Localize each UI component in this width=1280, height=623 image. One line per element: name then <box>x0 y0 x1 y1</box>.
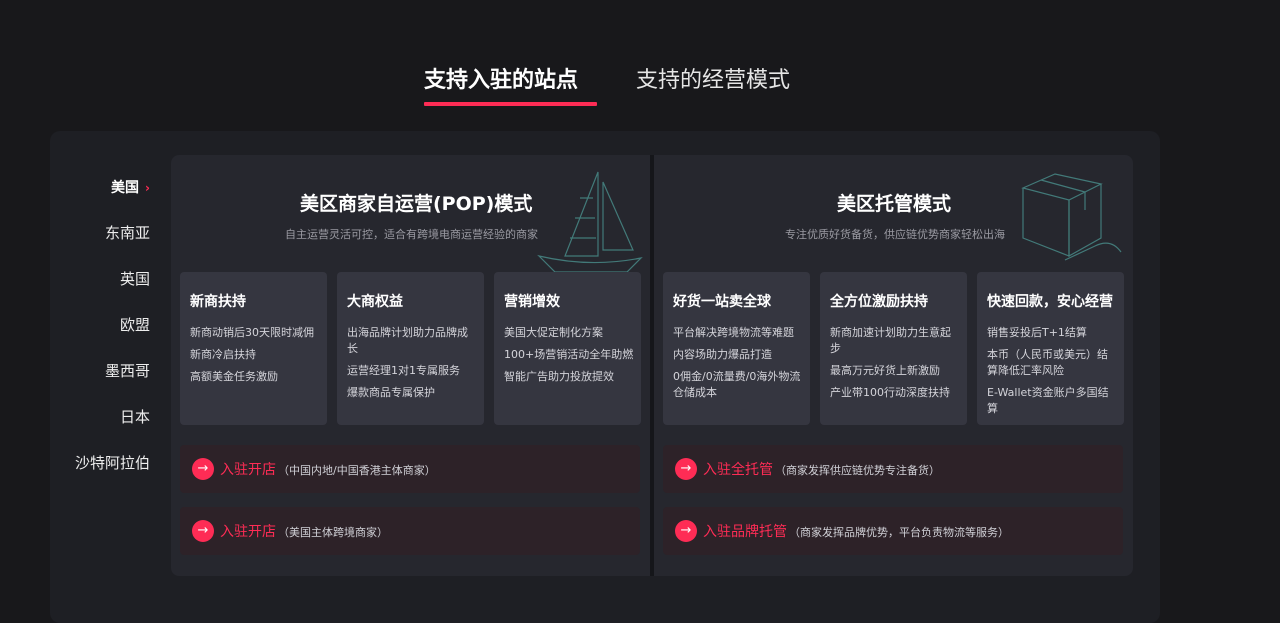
chevron-right-icon: › <box>145 181 150 195</box>
feature-line: 产业带100行动深度扶持 <box>830 386 950 399</box>
cta-note: （商家发挥品牌优势，平台负责物流等服务） <box>789 526 1009 539</box>
sidebar-item-label: 美国 <box>111 180 140 196</box>
cta-note: （中国内地/中国香港主体商家） <box>278 464 436 477</box>
feature-card-global-selling: 好货一站卖全球 平台解决跨境物流等难题 内容场助力爆品打造 0佣金/0流量费/0… <box>663 272 810 425</box>
feature-title: 营销增效 <box>504 294 560 310</box>
sailboat-icon <box>537 171 643 273</box>
feature-line: 新商加速计划助力生意起步 <box>830 326 951 355</box>
feature-title: 大商权益 <box>347 294 403 310</box>
cta-label: 入驻开店 <box>220 462 276 478</box>
feature-line: 平台解决跨境物流等难题 <box>673 326 794 339</box>
feature-card-marketing: 营销增效 美国大促定制化方案 100+场营销活动全年助燃 智能广告助力投放提效 <box>494 272 641 425</box>
feature-line: 0佣金/0流量费/0海外物流仓储成本 <box>673 370 801 399</box>
sidebar-item-eu[interactable]: 欧盟 <box>120 314 150 335</box>
feature-line: 本币（人民币或美元）结算降低汇率风险 <box>987 348 1108 377</box>
feature-line: 内容场助力爆品打造 <box>673 348 772 361</box>
feature-line: 高额美金任务激励 <box>190 370 278 383</box>
feature-title: 全方位激励扶持 <box>830 294 928 310</box>
feature-card-new-merchant: 新商扶持 新商动销后30天限时减佣 新商冷启扶持 高额美金任务激励 <box>180 272 327 425</box>
cta-label: 入驻全托管 <box>703 462 773 478</box>
feature-card-incentives: 全方位激励扶持 新商加速计划助力生意起步 最高万元好货上新激励 产业带100行动… <box>820 272 967 425</box>
open-store-us-button[interactable]: → 入驻开店 （美国主体跨境商家） <box>180 507 640 555</box>
arrow-right-icon: → <box>192 458 214 480</box>
pop-mode-subtitle: 自主运营灵活可控，适合有跨境电商运营经验的商家 <box>285 228 538 241</box>
mode-tabs: 支持入驻的站点 支持的经营模式 <box>0 62 1280 112</box>
feature-line: E-Wallet资金账户多国结算 <box>987 386 1109 415</box>
join-full-managed-button[interactable]: → 入驻全托管 （商家发挥供应链优势专注备货） <box>663 445 1123 493</box>
sidebar-item-saudi-arabia[interactable]: 沙特阿拉伯 <box>75 452 150 473</box>
arrow-right-icon: → <box>675 520 697 542</box>
feature-line: 智能广告助力投放提效 <box>504 370 614 383</box>
feature-line: 新商冷启扶持 <box>190 348 256 361</box>
tab-supported-sites[interactable]: 支持入驻的站点 <box>424 62 578 94</box>
arrow-right-icon: → <box>192 520 214 542</box>
feature-line: 最高万元好货上新激励 <box>830 364 940 377</box>
arrow-right-icon: → <box>675 458 697 480</box>
feature-line: 爆款商品专属保护 <box>347 386 435 399</box>
package-box-icon <box>1021 173 1122 261</box>
feature-card-fast-payment: 快速回款，安心经营 销售妥投后T+1结算 本币（人民币或美元）结算降低汇率风险 … <box>977 272 1124 425</box>
managed-mode-subtitle: 专注优质好货备货，供应链优势商家轻松出海 <box>785 228 1005 241</box>
sidebar-item-us[interactable]: 美国 › <box>111 177 150 197</box>
managed-mode-title: 美区托管模式 <box>837 193 952 215</box>
card-divider <box>650 155 654 576</box>
open-store-cn-button[interactable]: → 入驻开店 （中国内地/中国香港主体商家） <box>180 445 640 493</box>
cta-note: （商家发挥供应链优势专注备货） <box>775 464 940 477</box>
cta-note: （美国主体跨境商家） <box>278 526 388 539</box>
sidebar-item-southeast-asia[interactable]: 东南亚 <box>105 222 150 243</box>
feature-line: 100+场营销活动全年助燃 <box>504 348 634 361</box>
feature-card-big-merchant: 大商权益 出海品牌计划助力品牌成长 运营经理1对1专属服务 爆款商品专属保护 <box>337 272 484 425</box>
feature-line: 出海品牌计划助力品牌成长 <box>347 326 468 355</box>
feature-title: 好货一站卖全球 <box>673 294 771 310</box>
sidebar-item-uk[interactable]: 英国 <box>120 268 150 289</box>
feature-title: 新商扶持 <box>190 294 246 310</box>
join-brand-managed-button[interactable]: → 入驻品牌托管 （商家发挥品牌优势，平台负责物流等服务） <box>663 507 1123 555</box>
cta-label: 入驻品牌托管 <box>703 524 787 540</box>
feature-line: 新商动销后30天限时减佣 <box>190 326 314 339</box>
sidebar-item-japan[interactable]: 日本 <box>120 406 150 427</box>
sidebar-item-mexico[interactable]: 墨西哥 <box>105 360 150 381</box>
tab-business-modes[interactable]: 支持的经营模式 <box>636 62 790 94</box>
feature-title: 快速回款，安心经营 <box>987 294 1113 310</box>
pop-mode-title: 美区商家自运营(POP)模式 <box>300 193 533 215</box>
feature-line: 运营经理1对1专属服务 <box>347 364 460 377</box>
active-tab-indicator <box>424 102 597 106</box>
feature-line: 销售妥投后T+1结算 <box>987 326 1087 339</box>
cta-label: 入驻开店 <box>220 524 276 540</box>
feature-line: 美国大促定制化方案 <box>504 326 603 339</box>
